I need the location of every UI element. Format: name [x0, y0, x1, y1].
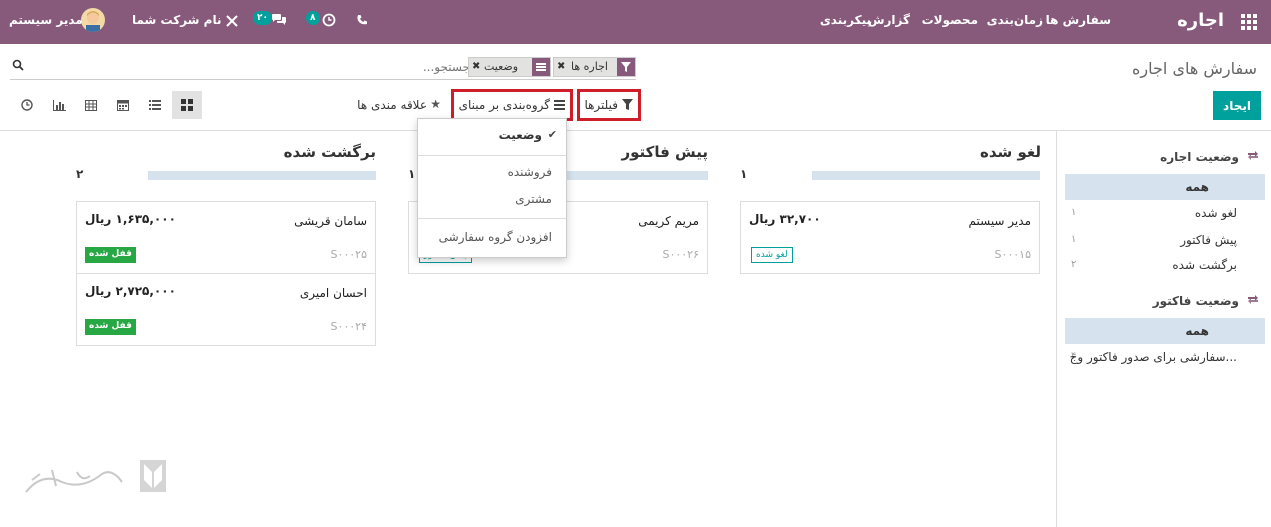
rental-status-title: وضعیت اجاره — [1160, 150, 1239, 164]
search-input[interactable] — [400, 57, 470, 77]
groupby-option-salesperson[interactable]: فروشنده — [508, 165, 552, 179]
activity-view-icon[interactable] — [12, 91, 42, 119]
item-label: همه — [1185, 324, 1209, 338]
search-bar: ✖ وضعیت ✖ اجاره ها — [10, 54, 636, 80]
filter-category-icon — [1247, 150, 1259, 161]
item-label: برگشت شده — [1172, 258, 1237, 272]
menu-configuration[interactable]: پیکربندی — [820, 0, 871, 44]
apps-menu-icon[interactable] — [1241, 14, 1257, 30]
facet-status[interactable]: ✖ وضعیت — [468, 57, 551, 77]
card-reference: S۰۰۰۱۵ — [994, 248, 1031, 261]
groupby-option-status[interactable]: وضعیت — [499, 128, 542, 142]
group-by-icon — [554, 100, 565, 111]
item-label: پیش فاکتور — [1180, 233, 1237, 247]
pivot-view-icon[interactable] — [76, 91, 106, 119]
card-amount: ۱,۶۳۵,۰۰۰ ریال — [85, 212, 176, 226]
filter-icon — [622, 99, 633, 111]
group-icon — [532, 58, 550, 76]
tools-icon[interactable] — [226, 15, 238, 27]
kanban-card[interactable]: مدیر سیستم ۳۲,۷۰۰ ریال S۰۰۰۱۵ لغو شده — [740, 201, 1040, 274]
company-name[interactable]: نام شرکت شما — [132, 0, 221, 44]
card-customer: احسان امیری — [299, 286, 367, 300]
group-by-dropdown: ✔ وضعیت فروشنده مشتری افزودن گروه سفارشی — [417, 118, 567, 258]
filter-icon — [617, 58, 635, 76]
column-title[interactable]: برگشت شده — [284, 143, 376, 161]
card-status-tag: لغو شده — [751, 247, 793, 263]
top-navbar: اجاره سفارش ها زمان‌بندی محصولات گزارش پ… — [0, 0, 1271, 44]
user-avatar[interactable] — [81, 8, 105, 32]
dropdown-divider — [418, 218, 566, 219]
item-count: ۱ — [1071, 207, 1077, 218]
phone-icon[interactable] — [356, 14, 368, 26]
add-custom-group-option[interactable]: افزودن گروه سفارشی — [439, 230, 552, 244]
invoice-status-item[interactable]: ۴ سفارشی برای صدور فاکتور وج... — [1065, 344, 1265, 370]
facet-label: اجاره ها — [571, 60, 608, 73]
rental-status-item[interactable]: همه — [1065, 174, 1265, 200]
card-status-tag: قفل شده — [85, 319, 136, 335]
dropdown-divider — [418, 155, 566, 156]
search-icon[interactable] — [12, 59, 24, 71]
app-title[interactable]: اجاره — [1177, 0, 1224, 44]
column-title[interactable]: پیش فاکتور — [621, 143, 708, 161]
column-progress-bar[interactable] — [148, 171, 376, 180]
menu-reports[interactable]: گزارش — [868, 0, 910, 44]
item-count: ۲ — [1071, 259, 1077, 270]
item-label: همه — [1185, 180, 1209, 194]
search-panel-sidebar: وضعیت اجاره همه ۱ لغو شده ۱ پیش فاکتور ۲… — [1056, 131, 1271, 527]
invoice-status-item[interactable]: همه — [1065, 318, 1265, 344]
rental-status-item[interactable]: ۲ برگشت شده — [1065, 252, 1265, 278]
column-count: ۱ — [740, 167, 748, 181]
item-label: سفارشی برای صدور فاکتور وج... — [1069, 350, 1237, 364]
breadcrumb: سفارش های اجاره — [1132, 59, 1257, 78]
activity-clock-icon[interactable] — [322, 13, 336, 27]
check-icon: ✔ — [547, 128, 557, 141]
filter-category-icon — [1247, 294, 1259, 305]
column-progress-bar[interactable] — [812, 171, 1040, 180]
calendar-view-icon[interactable] — [108, 91, 138, 119]
facet-label: وضعیت — [484, 60, 519, 73]
card-customer: مریم کریمی — [638, 214, 699, 228]
groupby-option-customer[interactable]: مشتری — [515, 192, 552, 206]
kanban-card[interactable]: احسان امیری ۲,۷۲۵,۰۰۰ ریال S۰۰۰۲۴ قفل شد… — [76, 273, 376, 346]
rental-status-item[interactable]: ۱ پیش فاکتور — [1065, 227, 1265, 253]
menu-schedule[interactable]: زمان‌بندی — [987, 0, 1043, 44]
card-status-tag: قفل شده — [85, 247, 136, 263]
menu-orders[interactable]: سفارش ها — [1046, 0, 1111, 44]
card-amount: ۲,۷۲۵,۰۰۰ ریال — [85, 284, 176, 298]
list-view-icon[interactable] — [140, 91, 170, 119]
messages-icon[interactable] — [271, 13, 287, 27]
messages-count-badge: ۲۰ — [253, 11, 272, 25]
card-reference: S۰۰۰۲۵ — [330, 248, 367, 261]
favorites-label: علاقه مندی ها — [357, 98, 427, 112]
invoice-status-title: وضعیت فاکتور — [1152, 294, 1239, 308]
graph-view-icon[interactable] — [44, 91, 74, 119]
kanban-view-icon[interactable] — [172, 91, 202, 119]
kanban-card[interactable]: سامان قریشی ۱,۶۳۵,۰۰۰ ریال S۰۰۰۲۵ قفل شد… — [76, 201, 376, 274]
card-reference: S۰۰۰۲۴ — [330, 320, 367, 333]
column-count: ۲ — [76, 167, 84, 181]
facet-remove-icon[interactable]: ✖ — [557, 58, 565, 76]
group-by-label: گروه‌بندی بر مبنای — [458, 98, 550, 112]
column-title[interactable]: لغو شده — [980, 143, 1041, 161]
card-customer: مدیر سیستم — [968, 214, 1032, 228]
watermark-logo — [22, 452, 172, 502]
create-button[interactable]: ایجاد — [1213, 91, 1261, 120]
card-reference: S۰۰۰۲۶ — [662, 248, 699, 261]
filters-button[interactable]: فیلترها — [577, 89, 641, 121]
menu-products[interactable]: محصولات — [922, 0, 978, 44]
star-icon: ★ — [430, 97, 441, 111]
favorites-button[interactable]: علاقه مندی ها ★ — [346, 91, 444, 119]
filters-label: فیلترها — [584, 98, 618, 112]
facet-rentals[interactable]: ✖ اجاره ها — [553, 57, 636, 77]
card-amount: ۳۲,۷۰۰ ریال — [749, 212, 821, 226]
facet-remove-icon[interactable]: ✖ — [472, 58, 480, 76]
rental-status-item[interactable]: ۱ لغو شده — [1065, 200, 1265, 226]
item-count: ۱ — [1071, 234, 1077, 245]
column-count: ۱ — [408, 167, 416, 181]
activities-count-badge: ۸ — [306, 11, 320, 25]
item-label: لغو شده — [1194, 206, 1237, 220]
group-by-button[interactable]: گروه‌بندی بر مبنای — [451, 89, 573, 121]
user-name[interactable]: مدیر سیستم — [9, 0, 83, 44]
card-customer: سامان قریشی — [294, 214, 367, 228]
